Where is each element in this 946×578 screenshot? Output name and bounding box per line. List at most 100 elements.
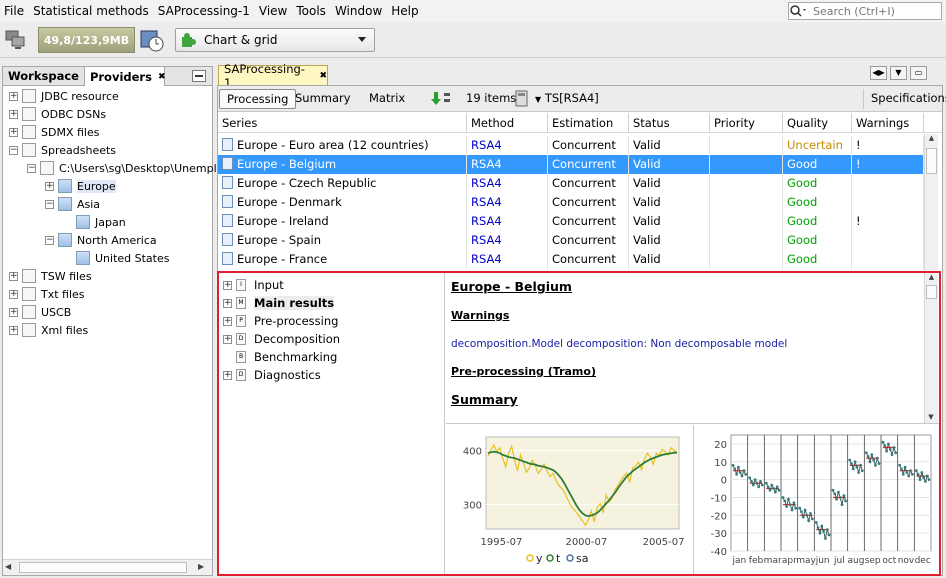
warning-text: decomposition.Model decomposition: Non d… xyxy=(451,338,788,350)
expand-icon[interactable]: + xyxy=(223,334,232,344)
legend-marker xyxy=(546,554,554,562)
memory-indicator[interactable]: 49,8/123,9MB xyxy=(38,27,135,53)
tree-item[interactable]: United States xyxy=(63,249,170,267)
tab-workspace[interactable]: Workspace xyxy=(3,67,85,86)
tree-item[interactable]: + Europe xyxy=(45,177,116,195)
menu-help[interactable]: Help xyxy=(387,0,423,22)
result-node[interactable]: +BBenchmarking xyxy=(223,348,337,366)
table-row[interactable]: Europe - France RSA4 Concurrent Valid Good xyxy=(218,250,924,269)
maximize-icon[interactable]: ▭ xyxy=(910,66,927,80)
tree-item[interactable]: Japan xyxy=(63,213,126,231)
summary-button[interactable]: Summary xyxy=(288,89,358,109)
puzzle-icon xyxy=(182,33,196,47)
collapse-icon[interactable]: − xyxy=(45,235,54,245)
data-point xyxy=(898,463,902,467)
result-node-label: Pre-processing xyxy=(254,314,339,328)
cell-series: Europe - Belgium xyxy=(218,155,467,174)
data-point xyxy=(759,480,762,483)
computers-icon[interactable] xyxy=(4,28,28,52)
data-point xyxy=(750,480,753,483)
calculator-icon[interactable] xyxy=(515,90,529,108)
menu-statistical-methods[interactable]: Statistical methods xyxy=(29,0,154,22)
specifications-button[interactable]: Specifications xyxy=(863,89,946,109)
expand-icon[interactable]: + xyxy=(9,271,18,281)
collapse-icon[interactable]: − xyxy=(9,145,18,155)
gc-timer-icon[interactable] xyxy=(139,27,165,53)
column-header-status[interactable]: Status xyxy=(629,113,710,133)
result-node[interactable]: + I Input xyxy=(223,276,284,294)
tree-item[interactable]: − North America xyxy=(45,231,157,249)
document-vscrollbar[interactable]: ▲ ▼ xyxy=(924,273,938,423)
tree-item-label: ODBC DSNs xyxy=(41,107,107,121)
menu-window[interactable]: Window xyxy=(331,0,387,22)
table-row[interactable]: Europe - Czech Republic RSA4 Concurrent Val… xyxy=(218,174,924,193)
tab-providers[interactable]: Providers ✖ xyxy=(84,67,166,86)
tree-item[interactable]: − C:\Users\sg\Desktop\Unemplo xyxy=(27,159,223,177)
minimize-icon[interactable] xyxy=(192,70,206,82)
data-point xyxy=(807,519,811,523)
cell-quality-text: Good xyxy=(787,176,818,190)
menu-view[interactable]: View xyxy=(255,0,292,22)
matrix-button[interactable]: Matrix xyxy=(362,89,412,109)
tab-saprocessing[interactable]: SAProcessing-1 ✖ xyxy=(218,62,328,90)
chevron-down-icon[interactable]: ▼ xyxy=(890,66,907,80)
column-header-quality[interactable]: Quality xyxy=(783,113,852,133)
tree-item[interactable]: + Txt files xyxy=(9,285,85,303)
series-chart-svg: 300 400 1995-07 2000-07 2005-07 y t sa xyxy=(463,436,684,565)
tree-item[interactable]: + Xml files xyxy=(9,321,88,339)
expand-icon[interactable]: + xyxy=(9,109,18,119)
data-point xyxy=(751,483,755,487)
table-row[interactable]: Europe - Euro area (12 countries) RSA4 Con… xyxy=(218,136,924,155)
tree-item[interactable]: + USCB xyxy=(9,303,71,321)
close-icon[interactable]: ✖ xyxy=(319,71,327,81)
menu-tools[interactable]: Tools xyxy=(292,0,331,22)
collapse-icon[interactable]: − xyxy=(27,163,36,173)
table-row[interactable]: Europe - Ireland RSA4 Concurrent Valid Good! xyxy=(218,212,924,231)
expand-icon[interactable]: + xyxy=(223,280,232,290)
view-combo[interactable]: Chart & grid xyxy=(175,28,375,52)
search-box[interactable]: Search (Ctrl+I) xyxy=(788,2,942,20)
table-row[interactable]: Europe - Denmark RSA4 Concurrent Valid Good xyxy=(218,193,924,212)
column-header-method[interactable]: Method xyxy=(467,113,548,133)
collapse-icon[interactable]: − xyxy=(45,199,54,209)
expand-icon[interactable]: + xyxy=(223,370,232,380)
processing-button[interactable]: Processing xyxy=(219,89,297,109)
cell-status-text: Valid xyxy=(633,252,661,266)
expand-icon[interactable]: + xyxy=(9,289,18,299)
tree-item[interactable]: + JDBC resource xyxy=(9,87,119,105)
tree-item[interactable]: + TSW files xyxy=(9,267,92,285)
table-row[interactable]: Europe - Belgium RSA4 Concurrent Valid Good! xyxy=(218,155,924,174)
expand-icon[interactable]: + xyxy=(9,307,18,317)
left-hscrollbar[interactable]: ◀ ▶ xyxy=(3,559,212,575)
data-point xyxy=(733,467,737,471)
column-header-priority[interactable]: Priority xyxy=(710,113,783,133)
expand-icon[interactable]: + xyxy=(223,316,232,326)
menu-file[interactable]: File xyxy=(0,0,29,22)
result-node[interactable]: + D Decomposition xyxy=(223,330,340,348)
table-vscrollbar[interactable]: ▲ xyxy=(924,134,938,271)
run-icon[interactable] xyxy=(430,90,454,108)
x-tick-label: oct xyxy=(882,556,896,566)
data-point xyxy=(731,463,735,467)
tree-item[interactable]: − Spreadsheets xyxy=(9,141,116,159)
chevron-left-icon[interactable]: ◀▶ xyxy=(870,66,887,80)
expand-icon[interactable]: + xyxy=(223,298,232,308)
result-node[interactable]: + D Diagnostics xyxy=(223,366,321,384)
tree-item[interactable]: + SDMX files xyxy=(9,123,99,141)
cell-priority xyxy=(710,250,783,269)
result-node[interactable]: + P Pre-processing xyxy=(223,312,338,330)
expand-icon[interactable]: + xyxy=(9,325,18,335)
result-node[interactable]: + M Main results xyxy=(223,294,335,312)
column-header-warnings[interactable]: Warnings xyxy=(852,113,924,133)
expand-icon[interactable]: + xyxy=(9,127,18,137)
provider-icon xyxy=(22,269,36,283)
column-header-estimation[interactable]: Estimation xyxy=(548,113,629,133)
tree-item[interactable]: + ODBC DSNs xyxy=(9,105,106,123)
expand-icon[interactable]: + xyxy=(9,91,18,101)
menu-saprocessing-1[interactable]: SAProcessing-1 xyxy=(154,0,255,22)
tree-item[interactable]: − Asia xyxy=(45,195,100,213)
spec-selector[interactable]: ▼ TS[RSA4] xyxy=(530,89,606,109)
expand-icon[interactable]: + xyxy=(45,181,54,191)
table-row[interactable]: Europe - Spain RSA4 Concurrent Valid Good xyxy=(218,231,924,250)
column-header-series[interactable]: Series xyxy=(218,113,467,133)
